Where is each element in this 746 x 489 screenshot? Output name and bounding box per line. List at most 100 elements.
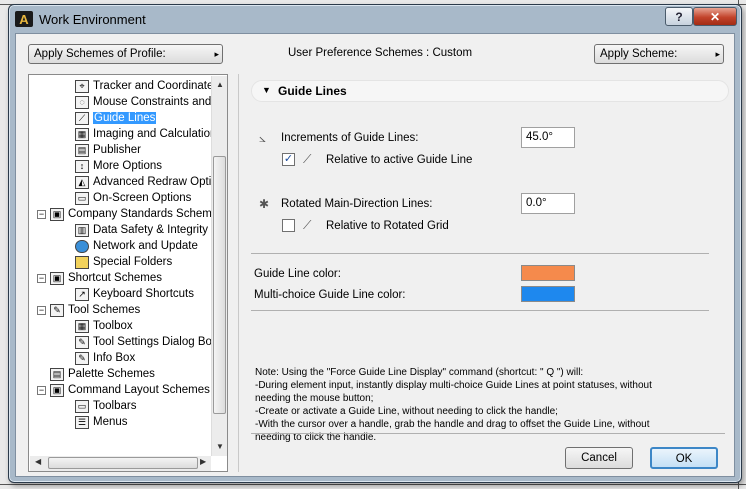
apply-profile-button[interactable]: Apply Schemes of Profile: ▸ [28, 44, 223, 64]
imaging-icon: ▦ [75, 127, 89, 141]
tree-vertical-scrollbar[interactable]: ▲ ▼ [211, 76, 227, 456]
tree-item-label: Command Layout Schemes [68, 384, 210, 396]
divider [251, 310, 709, 311]
network-icon [75, 239, 89, 253]
tree-item-label: More Options [93, 160, 163, 172]
tree-item[interactable]: ▦ Imaging and Calculation [75, 126, 216, 142]
tree-item-label: Network and Update [93, 240, 198, 252]
tree-item[interactable]: ▭ On-Screen Options [75, 190, 191, 206]
tree-item[interactable]: ▥ Data Safety & Integrity [75, 222, 208, 238]
folder-icon [75, 255, 89, 269]
tree-group[interactable]: − ✎ Tool Schemes [37, 302, 140, 318]
tree-item[interactable]: ✎ Tool Settings Dialog Boxe [75, 334, 224, 350]
multi-color-label: Multi-choice Guide Line color: [254, 289, 406, 301]
tree-item[interactable]: ▭ Toolbars [75, 398, 136, 414]
tree-item-label: Shortcut Schemes [68, 272, 162, 284]
tree-item[interactable]: Network and Update [75, 238, 198, 254]
tracker-icon: ⌖ [75, 79, 89, 93]
tool-schemes-icon: ✎ [50, 303, 64, 317]
tree-group[interactable]: ▤ Palette Schemes [50, 366, 155, 382]
tree-item[interactable]: ⌖ Tracker and Coordinate I [75, 78, 220, 94]
note-line: -During element input, instantly display… [255, 380, 652, 391]
tree-item-label: Data Safety & Integrity [93, 224, 209, 236]
scroll-left-icon[interactable]: ◀ [35, 457, 41, 466]
title-bar: A Work Environment ? ✕ [9, 5, 741, 33]
menus-icon: ☰ [75, 415, 89, 429]
tree-item-label: Palette Schemes [68, 368, 155, 380]
expand-triangle-icon: ▼ [262, 85, 271, 95]
apply-scheme-button[interactable]: Apply Scheme: ▸ [594, 44, 724, 64]
tree-group[interactable]: − ▣ Shortcut Schemes [37, 270, 162, 286]
relative-active-label: Relative to active Guide Line [326, 154, 473, 166]
tree-item[interactable]: ✎ Info Box [75, 350, 135, 366]
collapse-icon[interactable]: − [37, 385, 46, 395]
tree-item-label: Guide Lines [93, 112, 157, 124]
scroll-thumb[interactable] [213, 156, 226, 414]
tree-item[interactable]: ◌ Mouse Constraints and M [75, 94, 224, 110]
section-header[interactable]: ▼ Guide Lines [251, 80, 729, 102]
rotated-lines-icon: ✱ [259, 197, 270, 211]
shortcut-schemes-icon: ▣ [50, 271, 64, 285]
tree-item-label: Publisher [93, 144, 141, 156]
mouse-icon: ◌ [75, 95, 89, 109]
close-button[interactable]: ✕ [693, 7, 737, 26]
scroll-right-icon[interactable]: ▶ [200, 457, 206, 466]
guide-color-label: Guide Line color: [254, 268, 341, 280]
scroll-up-icon[interactable]: ▲ [216, 80, 224, 89]
increments-input[interactable]: 45.0° [521, 127, 575, 148]
tree-group[interactable]: − ▣ Company Standards Scheme [37, 206, 218, 222]
options-icon: ↕ [75, 159, 89, 173]
note-line: -With the cursor over a handle, grab the… [255, 419, 650, 430]
increments-label: Increments of Guide Lines: [281, 132, 419, 144]
tree-item[interactable]: ↗ Keyboard Shortcuts [75, 286, 194, 302]
tree-item[interactable]: ▤ Publisher [75, 142, 141, 158]
settings-tree: ⌖ Tracker and Coordinate I ◌ Mouse Const… [28, 74, 228, 472]
cancel-button[interactable]: Cancel [565, 447, 633, 469]
ok-button[interactable]: OK [650, 447, 718, 469]
collapse-icon[interactable]: − [37, 209, 46, 219]
collapse-icon[interactable]: − [37, 273, 46, 283]
multi-color-swatch[interactable] [521, 286, 575, 302]
tree-item-guide-lines[interactable]: ⟋ Guide Lines [75, 110, 157, 126]
divider [251, 433, 725, 434]
tree-group[interactable]: − ▣ Command Layout Schemes [37, 382, 210, 398]
tree-item-label: On-Screen Options [93, 192, 192, 204]
screen-icon: ▭ [75, 191, 89, 205]
scroll-down-icon[interactable]: ▼ [216, 442, 224, 451]
info-box-icon: ✎ [75, 351, 89, 365]
window-title: Work Environment [39, 12, 146, 27]
guide-lines-icon: ⟋ [75, 111, 89, 125]
toolbox-icon: ▦ [75, 319, 89, 333]
guide-line-icon: ⟋ [303, 152, 312, 166]
relative-active-checkbox[interactable]: ✓ [282, 153, 295, 166]
help-button[interactable]: ? [665, 7, 693, 26]
user-preference-label: User Preference Schemes : Custom [288, 47, 473, 59]
menu-arrow-icon: ▸ [715, 49, 720, 59]
scroll-thumb[interactable] [48, 457, 198, 469]
toolbars-icon: ▭ [75, 399, 89, 413]
tree-item-label: Mouse Constraints and M [93, 96, 225, 108]
rotated-input[interactable]: 0.0° [521, 193, 575, 214]
collapse-icon[interactable]: − [37, 305, 46, 315]
tree-horizontal-scrollbar[interactable]: ◀ ▶ [30, 456, 211, 471]
tree-item-label: Company Standards Scheme [68, 208, 219, 220]
tree-item-label: Tracker and Coordinate I [93, 80, 220, 92]
relative-grid-checkbox[interactable] [282, 219, 295, 232]
note-line: needing the mouse button; [255, 393, 374, 404]
tree-item-label: Tool Schemes [68, 304, 141, 316]
tree-item[interactable]: ▦ Toolbox [75, 318, 133, 334]
tree-item[interactable]: ↕ More Options [75, 158, 162, 174]
dialog-client: Apply Schemes of Profile: ▸ User Prefere… [15, 33, 735, 477]
tree-item-label: Tool Settings Dialog Boxe [93, 336, 225, 348]
apply-profile-label: Apply Schemes of Profile: [34, 48, 166, 60]
tree-item-label: Toolbars [93, 400, 137, 412]
company-standards-icon: ▣ [50, 207, 64, 221]
apply-scheme-label: Apply Scheme: [600, 48, 678, 60]
tree-item[interactable]: ☰ Menus [75, 414, 128, 430]
menu-arrow-icon: ▸ [214, 49, 219, 59]
tree-item[interactable]: Special Folders [75, 254, 172, 270]
tool-settings-icon: ✎ [75, 335, 89, 349]
command-layout-icon: ▣ [50, 383, 64, 397]
guide-color-swatch[interactable] [521, 265, 575, 281]
tree-item[interactable]: ◭ Advanced Redraw Option [75, 174, 224, 190]
